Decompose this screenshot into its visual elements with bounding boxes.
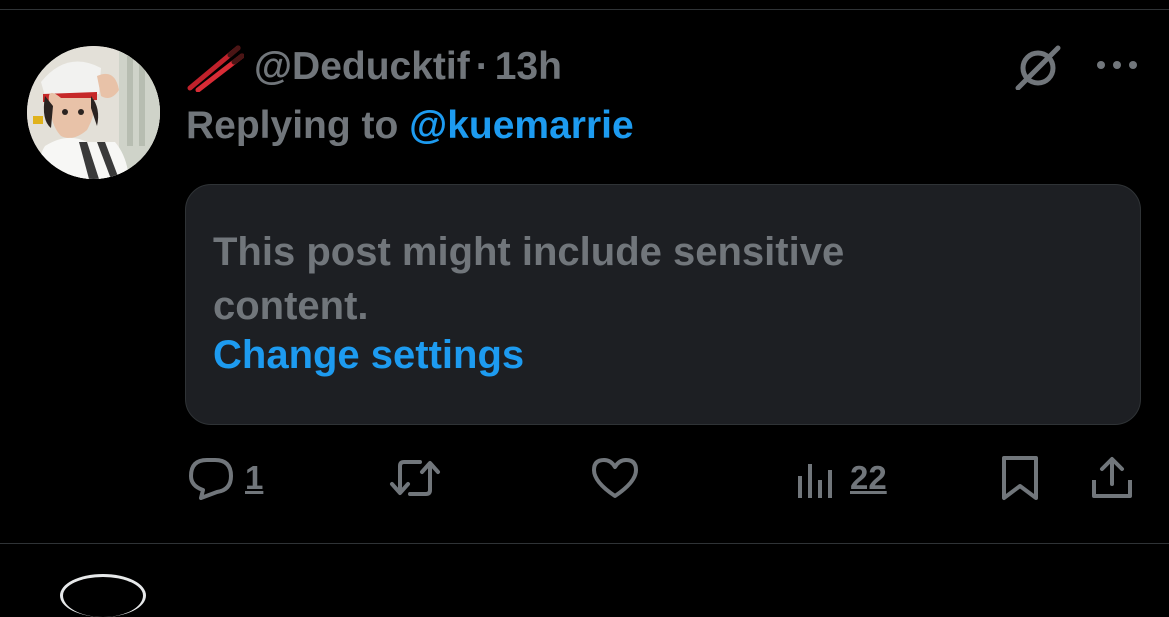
user-handle[interactable]: @Deducktif [254,45,470,89]
top-divider [0,9,1169,10]
sensitive-content-card: This post might include sensitive conten… [185,184,1141,425]
reply-icon [189,458,233,500]
bookmark-button[interactable] [998,452,1042,504]
sensitive-notice: This post might include sensitive conten… [213,230,845,328]
grok-icon[interactable] [1012,44,1064,90]
next-post-avatar[interactable] [60,574,146,617]
timestamp[interactable]: 13h [495,45,562,89]
retweet-icon [390,460,440,496]
change-settings-link[interactable]: Change settings [213,333,524,378]
separator-dot: · [475,45,489,88]
share-button[interactable] [1088,452,1136,504]
tweet-header: @Deducktif · 13h [186,42,562,92]
like-button[interactable] [590,452,640,504]
reply-button[interactable]: 1 [187,452,263,504]
avatar[interactable] [27,46,160,179]
views-button[interactable]: 22 [796,452,887,504]
like-icon [592,458,638,498]
chopsticks-icon [187,45,244,92]
views-icon [798,464,832,498]
bottom-divider [0,543,1169,544]
bookmark-icon [1002,456,1038,500]
more-icon[interactable] [1094,55,1140,75]
views-count: 22 [850,459,887,496]
share-icon [1092,457,1132,498]
retweet-button[interactable] [388,452,442,504]
replying-prefix: Replying to [186,104,410,147]
replying-mention-link[interactable]: @kuemarrie [409,104,633,147]
reply-count: 1 [245,459,264,496]
replying-to-line: Replying to @kuemarrie [186,104,634,148]
